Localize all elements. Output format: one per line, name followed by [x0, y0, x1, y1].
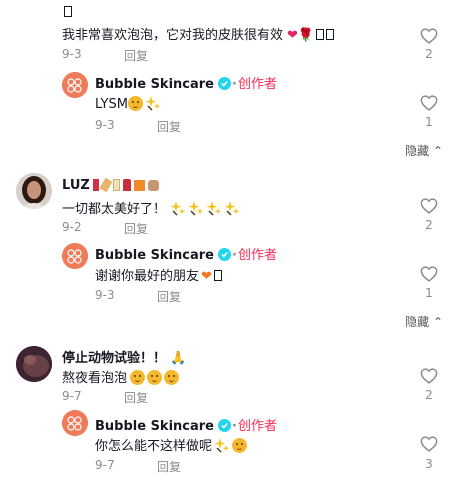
- avatar[interactable]: [62, 243, 88, 269]
- praying-hands-emoji-icon: 🙏: [170, 351, 187, 366]
- like-heart-icon[interactable]: [420, 368, 438, 384]
- avatar[interactable]: [16, 346, 52, 382]
- avatar[interactable]: [62, 72, 88, 98]
- reply-author[interactable]: Bubble Skincare ·创作者: [95, 415, 277, 434]
- reply-author[interactable]: Bubble Skincare ·创作者: [95, 73, 277, 92]
- chevron-up-icon: ⌃: [432, 144, 443, 158]
- reply-date: 9-3: [95, 118, 115, 132]
- smiley-emoji-icon: [232, 438, 248, 453]
- comment-username[interactable]: [62, 5, 72, 20]
- bubble-logo-icon: [62, 410, 88, 436]
- like-heart-icon[interactable]: [420, 28, 438, 44]
- like-count: 2: [425, 218, 433, 232]
- unknown-glyph-icon: [316, 29, 325, 40]
- nail-polish-emoji-icon: [99, 177, 113, 193]
- comment-text: 熬夜看泡泡: [62, 367, 181, 386]
- comment-username[interactable]: 停止动物试验！！ 🙏: [62, 347, 186, 366]
- heart-emoji-icon: ❤: [287, 28, 298, 43]
- comment-text: 一切都太美好了！: [62, 198, 242, 217]
- lipstick-emoji-icon: [92, 179, 99, 191]
- face-emoji-icon: [147, 370, 163, 385]
- hand-emoji-icon: [147, 180, 159, 191]
- unknown-glyph-icon: [64, 6, 72, 17]
- orange-heart-emoji-icon: ❤: [201, 269, 212, 284]
- like-count: 1: [425, 286, 433, 300]
- user-photo-icon: [16, 173, 52, 209]
- reply-button[interactable]: 回复: [157, 288, 181, 305]
- dress-emoji-icon: [122, 179, 131, 191]
- reply-button[interactable]: 回复: [157, 458, 181, 475]
- like-heart-icon[interactable]: [420, 95, 438, 111]
- verified-badge-icon: [218, 248, 231, 261]
- bottle-emoji-icon: [112, 179, 120, 191]
- reply-text: 你怎么能不这样做呢: [95, 435, 249, 454]
- like-count: 2: [425, 47, 433, 61]
- comment-date: 9-7: [62, 389, 82, 403]
- verified-badge-icon: [218, 77, 231, 90]
- comment-username[interactable]: LUZ: [62, 177, 159, 193]
- comment-date: 9-2: [62, 220, 82, 234]
- chevron-up-icon: ⌃: [432, 315, 443, 329]
- bubble-logo-icon: [62, 243, 88, 269]
- comment-text: 我非常喜欢泡泡，它对我的皮肤很有效 ❤🌹: [62, 24, 335, 43]
- reply-button[interactable]: 回复: [157, 118, 181, 135]
- reply-author[interactable]: Bubble Skincare ·创作者: [95, 244, 277, 263]
- like-count: 2: [425, 388, 433, 402]
- creator-badge: 创作者: [237, 77, 277, 92]
- like-heart-icon[interactable]: [420, 436, 438, 452]
- sparkles-emoji-icon: [145, 95, 161, 111]
- avatar[interactable]: [16, 173, 52, 209]
- avatar[interactable]: [62, 410, 88, 436]
- comment-date: 9-3: [62, 47, 82, 61]
- face-emoji-icon: [130, 370, 146, 385]
- unknown-glyph-icon: [326, 29, 335, 40]
- reply-date: 9-7: [95, 458, 115, 472]
- reply-button[interactable]: 回复: [124, 47, 148, 64]
- sparkles-emoji-icon: [214, 437, 230, 453]
- sparkles-emoji-icon: [170, 200, 186, 216]
- unknown-glyph-icon: [213, 270, 222, 281]
- sparkles-emoji-icon: [206, 200, 222, 216]
- face-emoji-icon: [164, 370, 180, 385]
- smiley-emoji-icon: [127, 96, 143, 111]
- like-heart-icon[interactable]: [420, 198, 438, 214]
- reply-text: LYSM: [95, 95, 163, 112]
- user-photo-icon: [16, 346, 52, 382]
- hide-replies-button[interactable]: 隐藏 ⌃: [405, 313, 443, 330]
- reply-button[interactable]: 回复: [124, 220, 148, 237]
- creator-badge: 创作者: [237, 419, 277, 434]
- like-count: 3: [425, 457, 433, 471]
- rose-emoji-icon: 🌹: [297, 28, 315, 43]
- creator-badge: 创作者: [237, 248, 277, 263]
- verified-badge-icon: [218, 419, 231, 432]
- like-heart-icon[interactable]: [420, 266, 438, 282]
- sparkles-emoji-icon: [188, 200, 204, 216]
- sparkles-emoji-icon: [224, 200, 240, 216]
- hide-replies-button[interactable]: 隐藏 ⌃: [405, 142, 443, 159]
- reply-text: 谢谢你最好的朋友 ❤: [95, 265, 222, 284]
- reply-button[interactable]: 回复: [124, 389, 148, 406]
- gift-emoji-icon: [133, 180, 145, 191]
- reply-date: 9-3: [95, 288, 115, 302]
- bubble-logo-icon: [62, 72, 88, 98]
- like-count: 1: [425, 115, 433, 129]
